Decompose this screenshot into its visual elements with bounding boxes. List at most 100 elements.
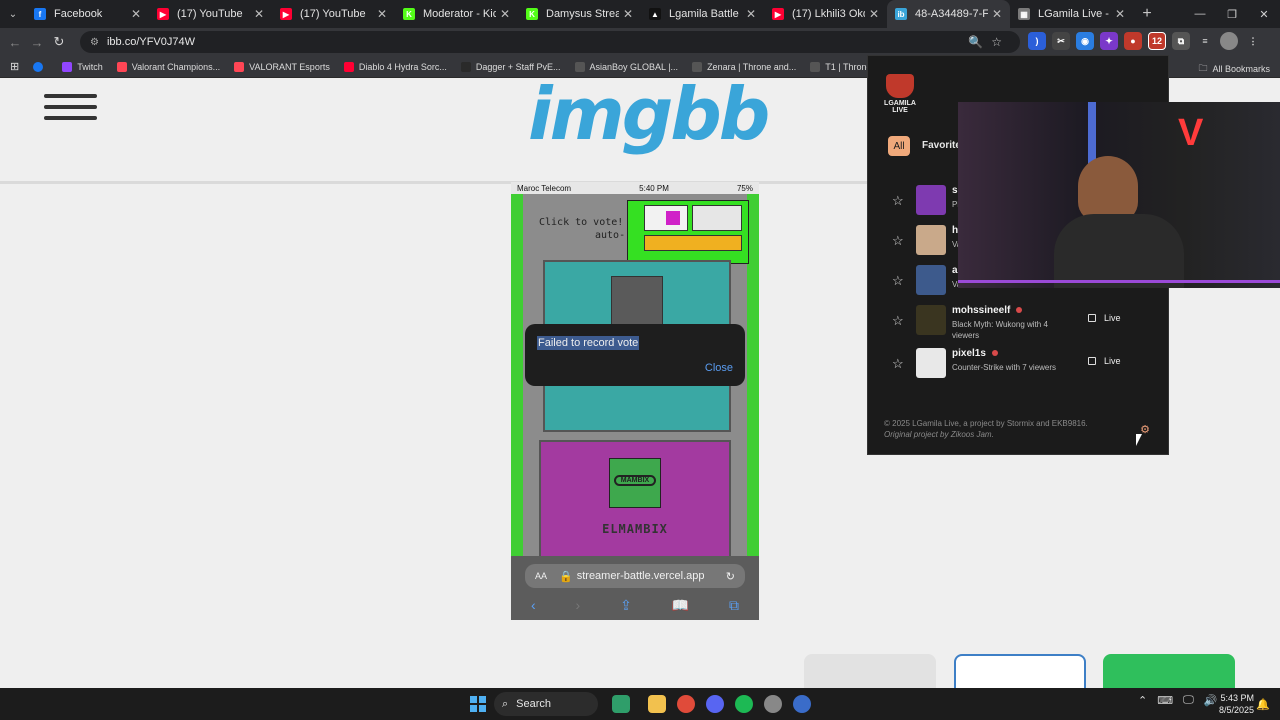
bookmark-item[interactable]: VALORANT Esports	[234, 61, 330, 72]
tab-4[interactable]: K Damysus Stream - W ✕	[518, 0, 641, 28]
favorite-star-icon[interactable]: ☆	[892, 193, 904, 209]
bookmarks-icon[interactable]: 📖	[672, 597, 689, 614]
favorite-star-icon[interactable]: ☆	[892, 273, 904, 289]
reload-icon[interactable]: ↻	[726, 570, 735, 583]
chat-icon	[1088, 357, 1096, 365]
extension-icon[interactable]: ✦	[1100, 32, 1118, 50]
extension-icon[interactable]: )	[1028, 32, 1046, 50]
forward-icon[interactable]: ›	[576, 597, 581, 613]
bookmark-item[interactable]: Zenara | Throne and...	[692, 61, 796, 72]
favorite-star-icon[interactable]: ☆	[892, 313, 904, 329]
tab-close-icon[interactable]: ✕	[1115, 7, 1125, 21]
tab-title: (17) YouTube	[177, 8, 243, 20]
share-icon[interactable]: ⇪	[620, 597, 632, 614]
chat-icon	[1088, 314, 1096, 322]
tab-close-icon[interactable]: ✕	[623, 7, 633, 21]
hamburger-menu-icon[interactable]	[44, 94, 97, 127]
tab-close-icon[interactable]: ✕	[254, 7, 264, 21]
bookmark-item[interactable]: AsianBoy GLOBAL |...	[574, 61, 678, 72]
tabs-icon[interactable]: ⧉	[729, 597, 739, 614]
apps-icon[interactable]: ⊞	[10, 60, 19, 73]
minimize-button[interactable]: —	[1184, 0, 1216, 28]
page-button-3[interactable]	[1103, 654, 1235, 690]
filter-favorite-button[interactable]: Favorite	[922, 140, 961, 151]
alert-close-button[interactable]: Close	[705, 362, 733, 374]
tab-1[interactable]: ▶ (17) YouTube ✕	[149, 0, 272, 28]
filter-all-button[interactable]: All	[888, 136, 910, 156]
spotify-icon[interactable]	[735, 695, 753, 713]
notification-bell-icon[interactable]: 🔔	[1256, 698, 1270, 711]
taskbar-app-icon[interactable]	[612, 695, 630, 713]
tab-close-icon[interactable]: ✕	[992, 7, 1002, 21]
taskbar-app-icon[interactable]	[793, 695, 811, 713]
media-icon[interactable]: ≡	[1196, 32, 1214, 50]
new-tab-button[interactable]: +	[1133, 5, 1161, 23]
forward-button[interactable]: →	[26, 35, 48, 50]
lgamila-extension-icon[interactable]: 12	[1148, 32, 1166, 50]
tab-5[interactable]: ▲ Lgamila Battle - Vote ✕	[641, 0, 764, 28]
bookmark-item[interactable]: Twitch	[62, 61, 103, 72]
tab-close-icon[interactable]: ✕	[869, 7, 879, 21]
menu-icon[interactable]: ⋮	[1244, 32, 1262, 50]
bookmark-item[interactable]: Dagger + Staff PvE...	[460, 61, 561, 72]
back-button[interactable]: ←	[4, 35, 26, 50]
streamer-row[interactable]: ☆ mohssineelf Black Myth: Wukong with 4 vi…	[888, 303, 1144, 343]
site-info-icon[interactable]: ⚙	[90, 37, 99, 48]
taskbar-search[interactable]: ⌕ Search	[494, 692, 598, 716]
tab-6[interactable]: ▶ (17) Lkhili3 Okda Hh ✕	[764, 0, 887, 28]
bookmark-item[interactable]: Valorant Champions...	[116, 61, 220, 72]
bookmark-label: VALORANT Esports	[249, 61, 330, 72]
mouse-cursor	[1136, 434, 1142, 446]
bookmark-favicon-icon	[234, 61, 245, 72]
all-bookmarks[interactable]: 🗀 All Bookmarks	[1198, 61, 1270, 77]
extension-icon[interactable]: ✂	[1052, 32, 1070, 50]
tab-2[interactable]: ▶ (17) YouTube ✕	[272, 0, 395, 28]
chrome-icon[interactable]	[677, 695, 695, 713]
discord-icon[interactable]	[706, 695, 724, 713]
profile-avatar[interactable]	[1220, 32, 1238, 50]
tab-close-icon[interactable]: ✕	[500, 7, 510, 21]
extension-icon[interactable]: ◉	[1076, 32, 1094, 50]
close-window-button[interactable]: ✕	[1248, 0, 1280, 28]
tab-7[interactable]: ib 48-A34489-7-F75-46 ✕	[887, 0, 1010, 28]
streamer-avatar	[916, 225, 946, 255]
reader-button[interactable]: AA	[535, 571, 547, 581]
page-button-2[interactable]	[954, 654, 1086, 690]
safari-address-bar[interactable]: AA 🔒 streamer-battle.vercel.app ↻	[525, 564, 745, 588]
tab-favicon-icon: ▦	[1018, 8, 1030, 20]
maximize-button[interactable]: ❐	[1216, 0, 1248, 28]
tab-8[interactable]: ▦ LGamila Live - Chron ✕	[1010, 0, 1133, 28]
back-icon[interactable]: ‹	[531, 597, 536, 613]
bookmark-facebook-icon[interactable]	[33, 61, 48, 72]
extensions-puzzle-icon[interactable]: ⧉	[1172, 32, 1190, 50]
tab-0[interactable]: f Facebook ✕	[26, 0, 149, 28]
taskbar-app-icon[interactable]	[764, 695, 782, 713]
favorite-star-icon[interactable]: ☆	[892, 233, 904, 249]
clock[interactable]: 5:43 PM 8/5/2025	[1212, 692, 1254, 716]
tab-3[interactable]: K Moderator - Kick Da ✕	[395, 0, 518, 28]
address-bar[interactable]: ⚙ ibb.co/YFV0J74W 🔍☆	[80, 31, 1020, 53]
windows-start-icon[interactable]	[470, 696, 486, 712]
streamer-row[interactable]: ☆ pixel1s Counter-Strike with 7 viewers Liv…	[888, 346, 1144, 386]
system-tray[interactable]: ⌃ ⌨ 🖵 🔊	[1138, 694, 1217, 707]
bookmark-label: Twitch	[77, 61, 103, 72]
extension-icon[interactable]: ●	[1124, 32, 1142, 50]
tab-search-icon[interactable]: ⌄	[0, 0, 26, 28]
tab-close-icon[interactable]: ✕	[746, 7, 756, 21]
imgbb-logo[interactable]: imgbb	[528, 72, 770, 156]
contestant-avatar	[611, 276, 663, 328]
reload-button[interactable]: ↻	[48, 34, 70, 50]
extensions-bar: ) ✂ ◉ ✦ ● 12 ⧉ ≡ ⋮	[1028, 32, 1262, 50]
page-button-1[interactable]	[804, 654, 936, 690]
tab-close-icon[interactable]: ✕	[131, 7, 141, 21]
favorite-star-icon[interactable]: ☆	[892, 356, 904, 372]
phone-screenshot: Maroc Telecom 5:40 PM 75% Click to vote!…	[511, 182, 759, 620]
file-explorer-icon[interactable]	[648, 695, 666, 713]
zoom-bookmark-icons[interactable]: 🔍☆	[968, 35, 1010, 49]
bookmark-item[interactable]: Diablo 4 Hydra Sorc...	[343, 61, 447, 72]
tab-close-icon[interactable]: ✕	[377, 7, 387, 21]
watch-live-button[interactable]: Live	[1088, 313, 1121, 323]
bookmark-favicon-icon	[343, 61, 354, 72]
contestant-card-2[interactable]: MAMBIX ELMAMBIX	[539, 440, 731, 570]
watch-live-button[interactable]: Live	[1088, 356, 1121, 366]
